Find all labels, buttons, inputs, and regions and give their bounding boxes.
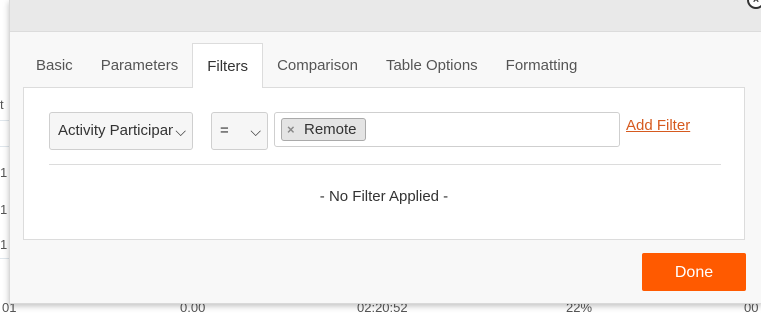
tab-comparison[interactable]: Comparison xyxy=(263,43,372,87)
value-tag: × Remote xyxy=(281,118,366,141)
filters-panel: Activity Participant ⌵ = ⌵ × Remote Add … xyxy=(23,87,745,240)
filter-field-value: Activity Participant xyxy=(58,122,181,139)
chevron-down-icon: ⌵ xyxy=(173,113,186,149)
chevron-down-icon: ⌵ xyxy=(248,113,261,149)
done-button[interactable]: Done xyxy=(642,253,746,291)
filter-value-input[interactable]: × Remote xyxy=(274,112,620,147)
value-tag-label: Remote xyxy=(304,121,357,138)
filter-field-select[interactable]: Activity Participant ⌵ xyxy=(49,112,193,150)
divider xyxy=(49,164,721,165)
remove-tag-icon[interactable]: × xyxy=(287,119,295,140)
tab-table-options[interactable]: Table Options xyxy=(372,43,492,87)
bg-cell: 1 xyxy=(0,165,8,180)
empty-filter-message: - No Filter Applied - xyxy=(319,188,449,205)
tab-filters[interactable]: Filters xyxy=(192,43,264,88)
add-filter-link[interactable]: Add Filter xyxy=(626,117,690,134)
filter-operator-value: = xyxy=(220,122,229,139)
filter-dialog: × Basic Parameters Filters Comparison Ta… xyxy=(9,0,761,304)
bg-cell: 1 xyxy=(0,202,8,217)
bg-cell: t xyxy=(0,97,4,112)
filter-operator-select[interactable]: = ⌵ xyxy=(211,112,268,150)
tab-parameters[interactable]: Parameters xyxy=(87,43,193,87)
tab-basic[interactable]: Basic xyxy=(22,43,87,87)
tab-bar: Basic Parameters Filters Comparison Tabl… xyxy=(22,43,592,88)
tab-formatting[interactable]: Formatting xyxy=(492,43,592,87)
dialog-header xyxy=(10,0,761,32)
bg-cell: 1 xyxy=(0,237,8,252)
